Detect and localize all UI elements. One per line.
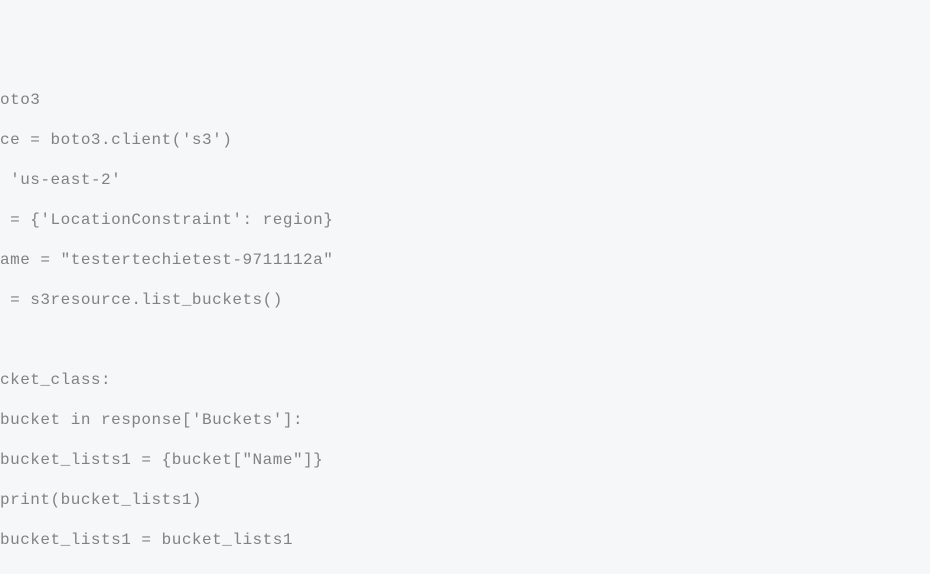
- code-line: ce = boto3.client('s3'): [0, 131, 232, 149]
- code-line: = {'LocationConstraint': region}: [0, 211, 333, 229]
- code-line: ame = "testertechietest-9711112a": [0, 251, 333, 269]
- code-line: 'us-east-2': [0, 171, 121, 189]
- code-line: bucket_lists1 = {bucket["Name"]}: [0, 451, 323, 469]
- code-line: oto3: [0, 91, 40, 109]
- code-line: print(bucket_lists1): [0, 491, 202, 509]
- code-line: = s3resource.list_buckets(): [0, 291, 283, 309]
- code-block: oto3 ce = boto3.client('s3') 'us-east-2'…: [0, 40, 930, 560]
- code-line: bucket in response['Buckets']:: [0, 411, 303, 429]
- code-line: bucket_lists1 = bucket_lists1: [0, 531, 293, 549]
- code-line: cket_class:: [0, 371, 111, 389]
